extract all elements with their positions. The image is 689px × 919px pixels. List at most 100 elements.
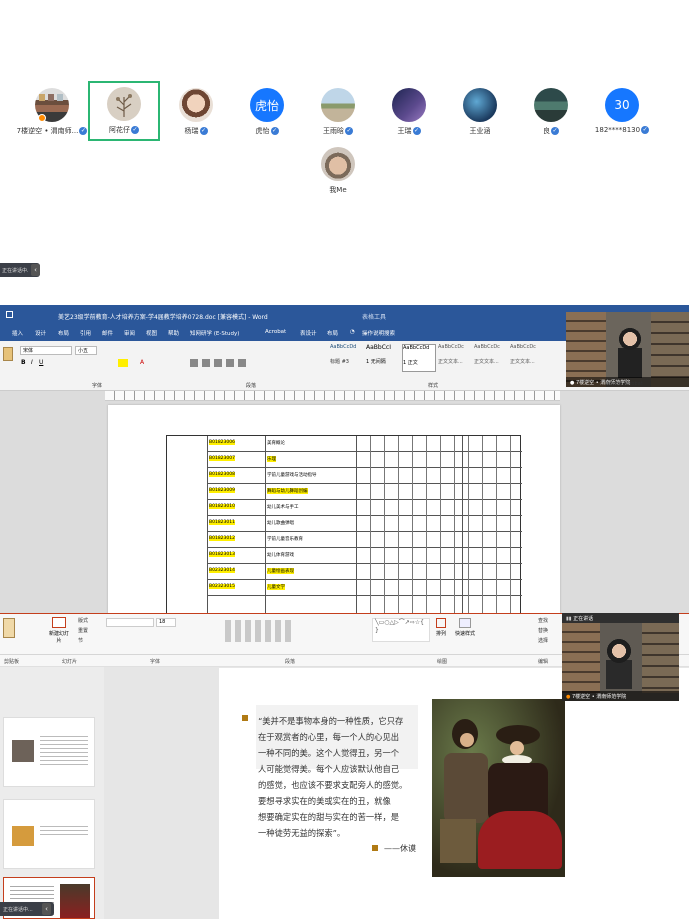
bold-button[interactable]: B: [21, 359, 26, 366]
quick-styles-button[interactable]: 快速样式: [455, 618, 475, 637]
mic-icon: ●: [566, 694, 571, 700]
underline-button[interactable]: U: [39, 359, 43, 366]
menu-estudy[interactable]: 知网研学 (E-Study): [190, 329, 239, 337]
paste-icon[interactable]: [3, 347, 13, 361]
menu-view[interactable]: 视图: [146, 329, 157, 337]
font-color-icon[interactable]: A: [140, 359, 144, 366]
shapes-gallery[interactable]: ╲▭○△▷⌒↗⇨☆{ }: [372, 618, 430, 642]
slide-thumbnail[interactable]: [3, 799, 95, 869]
replace-button[interactable]: 替换: [538, 627, 548, 634]
participant-name: 王业涵: [469, 127, 491, 135]
font-name-select[interactable]: 宋体: [20, 346, 72, 355]
participant-name: 杨瑞: [184, 127, 199, 135]
section-button[interactable]: 节: [78, 637, 83, 644]
styles-gallery: AaBbCcDd 标题 #3 AaBbCcI 1 无间隔 AaBbCcDd 1 正文 …: [330, 344, 550, 378]
font-name-select[interactable]: [106, 618, 154, 627]
speaker-label: 正在讲话中...: [2, 267, 28, 274]
menu-acrobat[interactable]: Acrobat: [265, 329, 286, 335]
camera-feed-word: ● 7楼逆空 • 渭南师范学院: [566, 312, 689, 387]
camera-top-label: 正在讲话: [573, 616, 594, 622]
participant-card[interactable]: 7楼逆空 • 渭南师... ✓: [16, 84, 88, 144]
menu-layout[interactable]: 布局: [58, 329, 69, 337]
verified-icon: ✓: [199, 127, 208, 135]
paragraph-tools[interactable]: [225, 620, 295, 642]
menu-mailings[interactable]: 邮件: [102, 329, 113, 337]
speaker-pill-bottom[interactable]: 正在讲话中... ‹: [0, 902, 54, 916]
new-slide-button[interactable]: 新建幻灯片: [48, 616, 70, 648]
participant-card[interactable]: 30 182****8130 ✓: [586, 84, 658, 144]
menu-help[interactable]: 帮助: [168, 329, 179, 337]
quote-line: 在于观赏者的心里，每一个人的心见出: [258, 732, 400, 742]
style-item[interactable]: AaBbCcDc 正文文本...: [510, 344, 546, 372]
speaker-label: 正在讲话中...: [3, 906, 33, 913]
host-badge-icon: [38, 114, 46, 122]
minimized-speaker-pill[interactable]: 正在讲话中... ‹: [0, 263, 40, 277]
menu-table-design[interactable]: 表设计: [300, 329, 317, 337]
table-cells-right: [357, 436, 522, 613]
avatar: [392, 88, 426, 122]
screen: { "participants": [ {"name": "7楼逆空 • 渭南师…: [0, 0, 689, 919]
collapse-icon[interactable]: ‹: [31, 264, 40, 276]
paragraph-group-label: 段落: [246, 383, 257, 389]
tell-me-search[interactable]: 操作说明搜索: [362, 329, 395, 337]
select-button[interactable]: 选择: [538, 637, 548, 644]
verified-icon: ✓: [131, 126, 139, 134]
quote-text: “美并不是事物本身的一种性质，它只存 在于观赏者的心里，每一个人的心见出 一种不…: [258, 713, 428, 841]
participant-name: 我Me: [329, 186, 347, 194]
ruler: [105, 391, 560, 401]
avatar: [321, 147, 355, 181]
paragraph-align-icons[interactable]: [190, 359, 250, 367]
avatar: 30: [605, 88, 639, 122]
layout-button[interactable]: 版式: [78, 617, 88, 624]
menu-table-layout[interactable]: 布局: [327, 329, 338, 337]
avatar: [179, 88, 213, 122]
presenter-silhouette: [606, 639, 632, 689]
reset-button[interactable]: 重置: [78, 627, 88, 634]
participant-name: 王雨晗: [323, 127, 344, 135]
quote-line: 要想寻求实在的美或实在的丑，就像: [258, 796, 391, 806]
save-icon[interactable]: [6, 311, 13, 318]
mic-icon: ●: [570, 380, 575, 386]
participant-card-selected[interactable]: 阿花仔 ✓: [88, 81, 160, 141]
style-item[interactable]: AaBbCcDc 正文文本...: [438, 344, 474, 372]
participant-card[interactable]: 王业涵: [444, 84, 516, 144]
quote-line: 人可能觉得美。每个人应该默认他自己: [258, 764, 400, 774]
participant-card[interactable]: 虎怡 虎怡 ✓: [231, 84, 303, 144]
collapse-icon[interactable]: ‹: [42, 903, 51, 915]
participant-card-self[interactable]: 我Me: [302, 143, 374, 203]
participant-card[interactable]: 王雨晗 ✓: [302, 84, 374, 144]
style-item[interactable]: AaBbCcI 1 无间隔: [366, 344, 402, 372]
verified-icon: ✓: [551, 127, 559, 135]
menu-references[interactable]: 引用: [80, 329, 91, 337]
highlight-icon[interactable]: [118, 359, 128, 367]
font-size-select[interactable]: 小五: [75, 346, 97, 355]
participant-card[interactable]: 王瑞 ✓: [373, 84, 445, 144]
quick-styles-icon: [459, 618, 471, 628]
participant-card[interactable]: 杨瑞 ✓: [160, 84, 232, 144]
style-item[interactable]: AaBbCcDd 标题 #3: [330, 344, 366, 372]
bullet-icon: [372, 845, 378, 851]
style-item-selected[interactable]: AaBbCcDd 1 正文: [402, 344, 436, 372]
menu-review[interactable]: 审阅: [124, 329, 135, 337]
menu-insert[interactable]: 插入: [12, 329, 23, 337]
avatar: 虎怡: [250, 88, 284, 122]
styles-group-label: 样式: [428, 383, 439, 389]
plant-icon: [116, 94, 132, 117]
quote-attribution: ——休谟: [384, 844, 416, 853]
avatar: [107, 87, 141, 121]
verified-icon: ✓: [270, 127, 279, 135]
acrobat-label: Adobe Acrobat: [606, 381, 643, 387]
clipboard-group-label: 剪贴板: [4, 659, 20, 665]
participant-name: 182****8130: [594, 126, 641, 134]
paste-icon[interactable]: [3, 618, 15, 638]
participant-card[interactable]: 良 ✓: [515, 84, 587, 144]
font-size-select[interactable]: 18: [156, 618, 176, 627]
arrange-button[interactable]: 排列: [436, 618, 446, 637]
find-button[interactable]: 查找: [538, 617, 548, 624]
participant-grid: 7楼逆空 • 渭南师... ✓ 阿花仔 ✓ 杨瑞 ✓ 虎怡 虎怡 ✓ 王雨晗 ✓ 王瑞 ✓ …: [0, 80, 689, 200]
paragraph-group-label: 段落: [285, 659, 296, 665]
menu-design[interactable]: 设计: [35, 329, 46, 337]
slide-thumbnail[interactable]: [3, 717, 95, 787]
italic-button[interactable]: I: [31, 359, 33, 366]
style-item[interactable]: AaBbCcDc 正文文本...: [474, 344, 510, 372]
